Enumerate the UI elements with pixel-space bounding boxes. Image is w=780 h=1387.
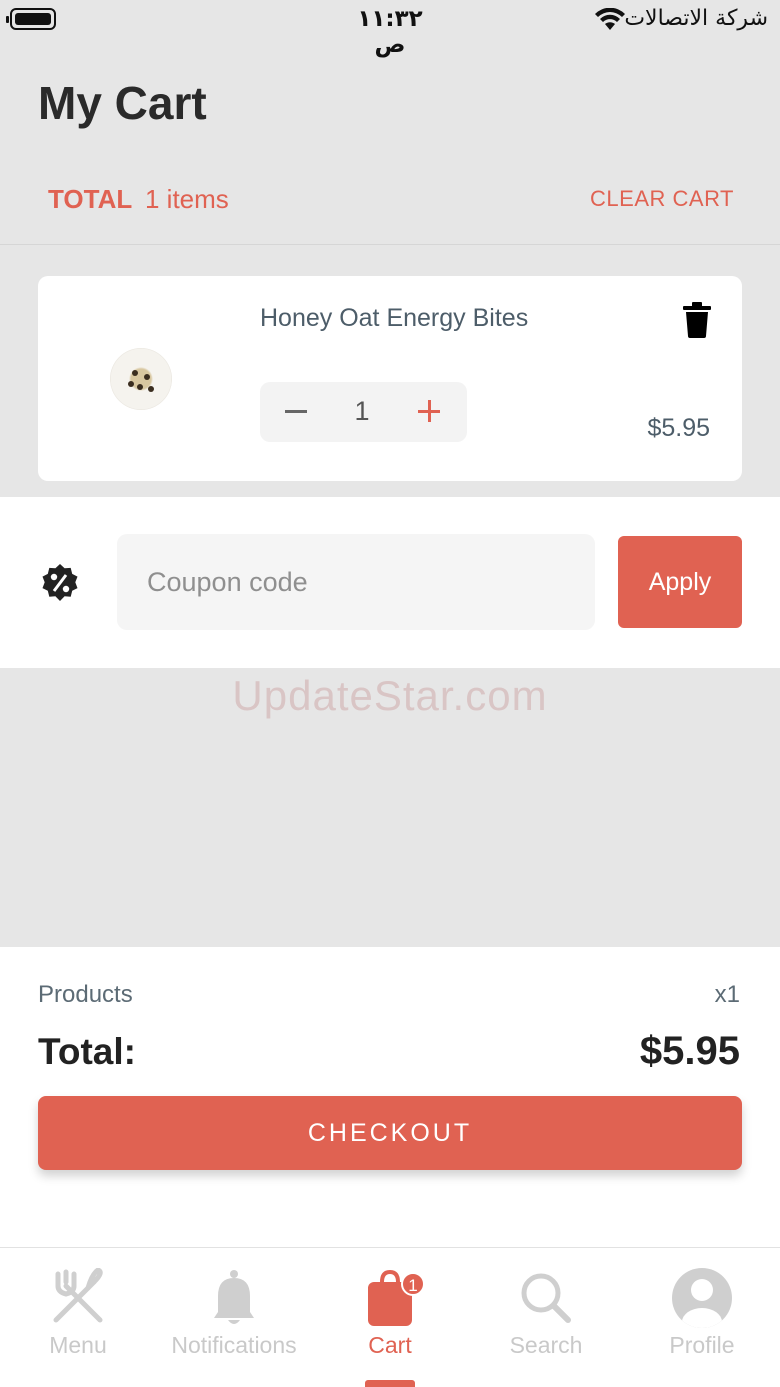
product-name: Honey Oat Energy Bites: [260, 304, 529, 332]
checkout-button[interactable]: CHECKOUT: [38, 1096, 742, 1170]
header-divider: [0, 244, 780, 245]
quantity-stepper: 1: [260, 382, 467, 442]
tab-search-label: Search: [509, 1332, 583, 1358]
coupon-section: Apply: [0, 497, 780, 668]
tab-menu-label: Menu: [49, 1332, 107, 1358]
total-label: TOTAL: [48, 184, 133, 214]
tab-notifications[interactable]: Notifications: [156, 1248, 312, 1387]
user-icon: [672, 1268, 732, 1328]
tab-cart-label: Cart: [368, 1332, 412, 1358]
tab-profile[interactable]: Profile: [624, 1248, 780, 1387]
decrease-quantity-button[interactable]: [260, 382, 332, 442]
tab-profile-label: Profile: [669, 1332, 735, 1358]
carrier-name: شركة الاتصالات: [624, 6, 768, 31]
product-image: [110, 348, 172, 410]
trash-icon[interactable]: [682, 302, 712, 338]
quantity-value: 1: [354, 396, 370, 426]
apply-coupon-button[interactable]: Apply: [618, 536, 742, 628]
discount-badge-icon: [42, 564, 78, 601]
bell-icon: [214, 1270, 254, 1324]
cart-item-card: Honey Oat Energy Bites 1 $5.95: [38, 276, 742, 481]
page-title: My Cart: [38, 77, 207, 129]
products-label: Products: [38, 981, 133, 1008]
watermark: UpdateStar.com: [232, 672, 548, 719]
cart-badge: 1: [401, 1272, 425, 1296]
search-icon: [521, 1273, 571, 1323]
total-value: $5.95: [639, 1029, 740, 1073]
coupon-code-input[interactable]: [117, 534, 595, 630]
battery-icon: [6, 8, 56, 30]
status-bar: ١١:٣٢ ص شركة الاتصالات: [0, 0, 780, 58]
tab-menu[interactable]: Menu: [0, 1248, 156, 1387]
status-time: ١١:٣٢ ص: [357, 6, 423, 58]
tab-cart[interactable]: 1 Cart: [312, 1248, 468, 1387]
tab-notifications-label: Notifications: [171, 1332, 297, 1358]
total-title: Total:: [38, 1031, 136, 1072]
wifi-icon: [595, 8, 625, 30]
active-tab-indicator: [365, 1380, 415, 1387]
clear-cart-button[interactable]: CLEAR CART: [590, 186, 734, 212]
order-summary: Products x1 Total: $5.95 CHECKOUT: [0, 947, 780, 1247]
tab-search[interactable]: Search: [468, 1248, 624, 1387]
products-count: x1: [714, 981, 740, 1008]
product-price: $5.95: [647, 414, 710, 442]
tab-bar: Menu Notifications 1 Cart Search Profile: [0, 1247, 780, 1387]
total-items-count: 1 items: [145, 184, 229, 214]
increase-quantity-button[interactable]: [395, 382, 467, 442]
utensils-icon: [53, 1268, 103, 1323]
